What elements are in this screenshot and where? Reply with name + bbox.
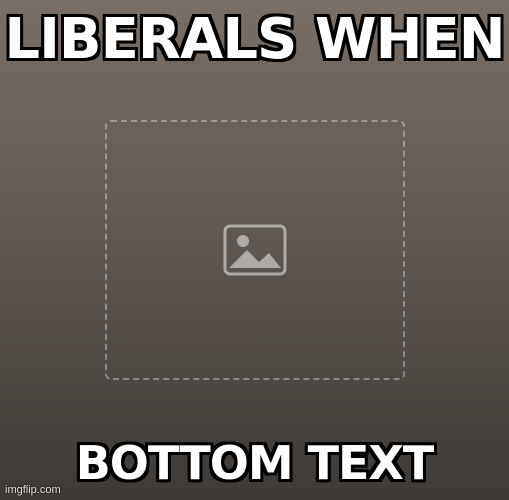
meme-canvas: LIBERALS WHEN BOTTOM TEXT imgflip.com	[0, 0, 509, 500]
image-icon	[223, 224, 286, 276]
placeholder-frame	[104, 120, 405, 380]
watermark: imgflip.com	[5, 484, 61, 496]
photo-placeholder	[0, 0, 509, 500]
bottom-caption: BOTTOM TEXT	[75, 436, 435, 490]
top-caption: LIBERALS WHEN	[4, 7, 505, 72]
